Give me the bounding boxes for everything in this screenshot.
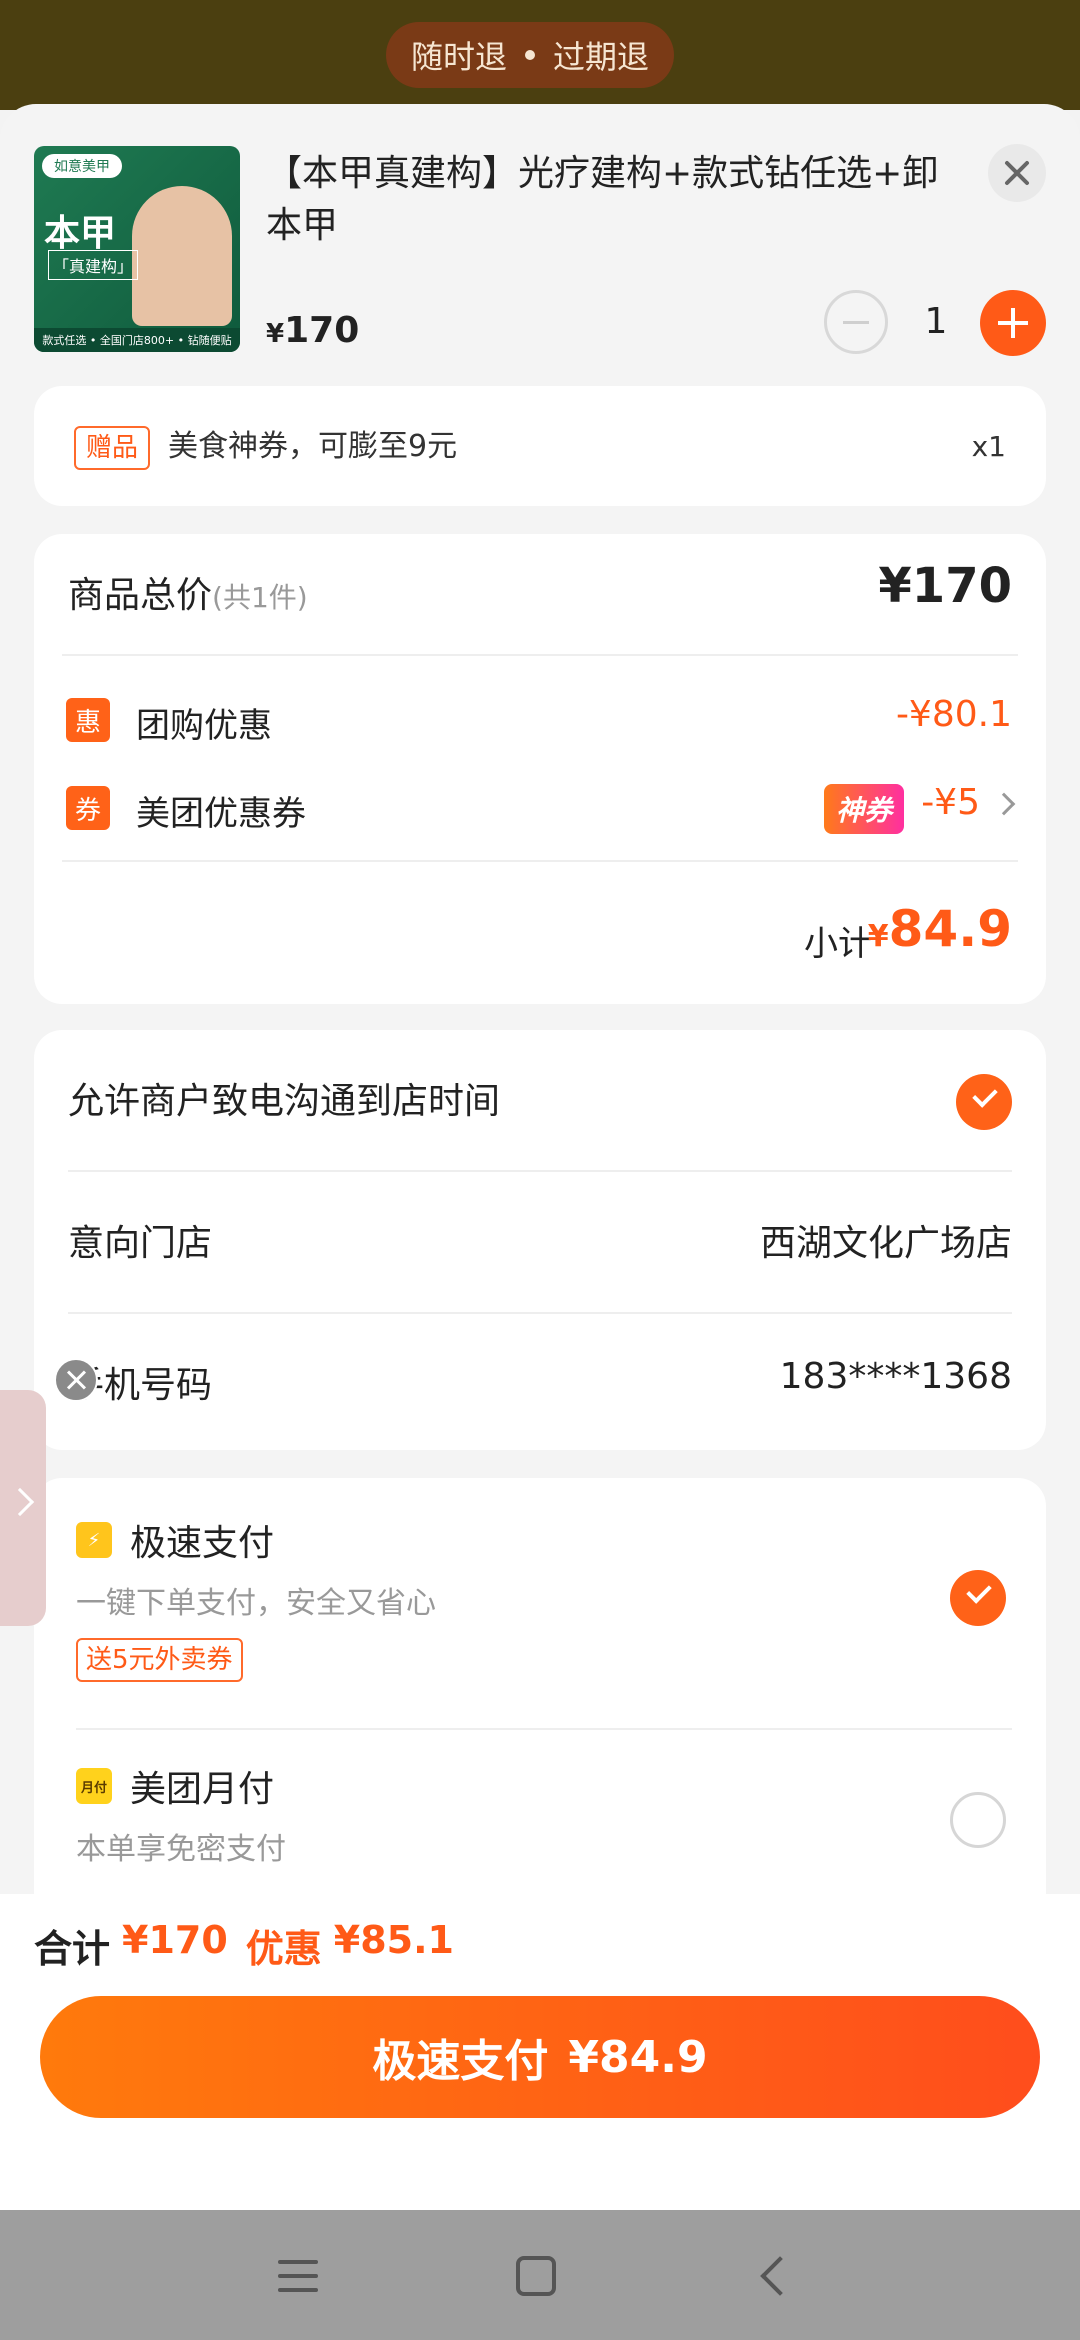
subtotal-currency: ¥ — [867, 919, 889, 954]
store-value[interactable]: 西湖文化广场店 — [760, 1214, 1012, 1266]
footer-total-line: 合计 ¥170 优惠 ¥85.1 — [34, 1918, 454, 1973]
quantity-stepper: 1 — [824, 290, 1046, 356]
allow-call-label: 允许商户致电沟通到店时间 — [68, 1081, 501, 1122]
system-navigation-bar — [0, 2210, 1080, 2340]
product-price: ¥170 — [266, 310, 359, 351]
footer-discount-label: 优惠 — [245, 1927, 322, 1971]
back-icon[interactable] — [760, 2256, 800, 2296]
group-discount-icon: 惠 — [66, 698, 110, 742]
super-coupon-tag[interactable]: 神券 — [824, 784, 904, 834]
subtotal-label: 小计 — [804, 924, 872, 964]
item-count: (共1件) — [212, 581, 308, 614]
quantity-value: 1 — [924, 301, 948, 342]
pay-button[interactable]: 极速支付 ¥84.9 — [40, 1996, 1040, 2118]
contact-info-card: 允许商户致电沟通到店时间 意向门店 西湖文化广场店 手机号码 183****13… — [34, 1030, 1046, 1450]
refund-expired-label: 过期退 — [553, 38, 650, 76]
price-summary-card: 商品总价(共1件) ¥170 惠 团购优惠 -¥80.1 券 美团优惠券 神券 … — [34, 534, 1046, 1004]
increase-quantity-button[interactable] — [980, 290, 1046, 356]
menu-icon[interactable] — [278, 2260, 318, 2292]
refund-anytime-label: 随时退 — [410, 38, 507, 76]
divider — [62, 860, 1018, 862]
monthly-pay-icon: 月付 — [76, 1768, 112, 1804]
fast-pay-title[interactable]: 极速支付 — [130, 1514, 274, 1566]
coupon-label: 美团优惠券 — [136, 794, 306, 834]
gift-text: 美食神券，可膨至9元 — [168, 429, 458, 464]
monthly-pay-subtitle: 本单享免密支付 — [76, 1832, 286, 1867]
phone-value[interactable]: 183****1368 — [780, 1356, 1012, 1397]
store-label: 意向门店 — [68, 1223, 213, 1264]
divider — [68, 1312, 1012, 1314]
divider — [68, 1170, 1012, 1172]
thumbnail-title: 本甲 — [44, 212, 117, 254]
coupon-value[interactable]: -¥5 — [921, 782, 980, 823]
separator-dot — [525, 50, 535, 60]
divider — [76, 1728, 1012, 1730]
fast-pay-promo-badge: 送5元外卖券 — [76, 1638, 243, 1682]
lightning-icon: ⚡ — [76, 1522, 112, 1558]
monthly-pay-title[interactable]: 美团月付 — [130, 1760, 274, 1812]
hand-image — [132, 186, 232, 326]
total-label-text: 商品总价 — [68, 575, 213, 616]
gift-quantity: x1 — [971, 430, 1006, 463]
close-icon — [1005, 161, 1029, 185]
divider — [62, 654, 1018, 656]
footer-discount-value: ¥85.1 — [333, 1918, 454, 1962]
chevron-right-icon[interactable] — [992, 792, 1016, 816]
coupon-icon: 券 — [66, 786, 110, 830]
home-icon[interactable] — [516, 2256, 556, 2296]
gift-badge: 赠品 — [74, 426, 151, 470]
thumbnail-footer: 款式任选 • 全国门店800+ • 钻随便贴 — [34, 328, 240, 352]
price-value: 170 — [284, 310, 360, 351]
chevron-right-icon — [5, 1487, 35, 1517]
allow-call-checkbox[interactable] — [956, 1074, 1012, 1130]
footer-total-value: ¥170 — [122, 1918, 228, 1962]
group-discount-value: -¥80.1 — [895, 694, 1012, 735]
checkout-footer: 合计 ¥170 优惠 ¥85.1 极速支付 ¥84.9 — [0, 1894, 1080, 2210]
total-price-value: ¥170 — [878, 558, 1012, 614]
product-header: 如意美甲 本甲 「真建构」 款式任选 • 全国门店800+ • 钻随便贴 【本甲… — [0, 104, 1080, 374]
fast-pay-subtitle: 一键下单支付，安全又省心 — [76, 1586, 436, 1621]
decrease-quantity-button[interactable] — [824, 290, 888, 354]
subtotal-amount: 84.9 — [888, 900, 1012, 958]
fast-pay-radio[interactable] — [950, 1570, 1006, 1626]
side-drawer-close-icon[interactable] — [54, 1358, 98, 1402]
side-drawer-tab[interactable] — [0, 1390, 46, 1626]
thumbnail-brand: 如意美甲 — [42, 154, 122, 178]
pay-button-label: 极速支付 — [372, 2036, 549, 2087]
gift-card: 赠品 美食神券，可膨至9元 x1 — [34, 386, 1046, 506]
monthly-pay-radio[interactable] — [950, 1792, 1006, 1848]
thumbnail-subtitle: 「真建构」 — [48, 250, 139, 280]
pay-button-amount: ¥84.9 — [568, 2031, 708, 2083]
refund-policy-pill: 随时退 过期退 — [386, 22, 674, 88]
product-thumbnail[interactable]: 如意美甲 本甲 「真建构」 款式任选 • 全国门店800+ • 钻随便贴 — [34, 146, 240, 352]
product-title: 【本甲真建构】光疗建构+款式钻任选+卸本甲 — [266, 153, 939, 246]
total-price-label: 商品总价(共1件) — [68, 566, 308, 618]
subtotal-value: ¥84.9 — [868, 900, 1012, 958]
footer-total-label: 合计 — [34, 1927, 111, 1971]
top-banner: 随时退 过期退 — [0, 0, 1080, 110]
close-button[interactable] — [988, 144, 1046, 202]
price-currency: ¥ — [266, 319, 285, 349]
group-discount-label: 团购优惠 — [136, 706, 272, 746]
